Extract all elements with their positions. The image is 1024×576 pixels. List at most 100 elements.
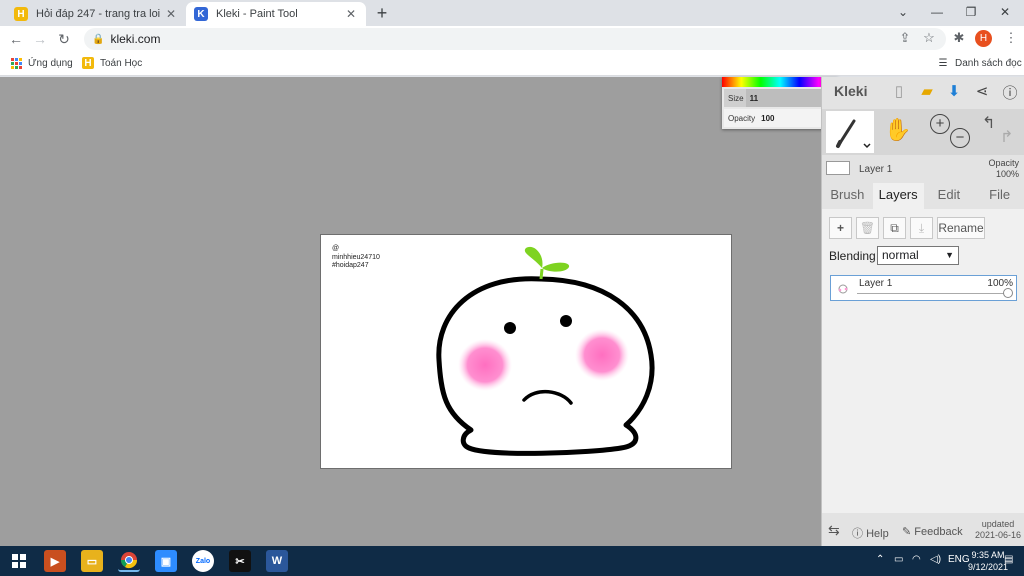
size-value: 11: [749, 93, 759, 103]
download-icon[interactable]: ⬇: [943, 82, 965, 100]
tab-edit[interactable]: Edit: [924, 183, 975, 209]
browser-toolbar: ← → ↻ 🔒 kleki.com: [0, 26, 1024, 52]
undo-icon[interactable]: ↰: [982, 113, 995, 133]
new-tab-button[interactable]: +: [372, 3, 392, 24]
tab-search-icon[interactable]: ⌄: [888, 2, 918, 22]
drawing-canvas[interactable]: @ minhhieu24710 #hoidap247: [320, 234, 732, 469]
layer-list-item[interactable]: Layer 1 100%: [830, 275, 1017, 301]
bookmarks-bar: Ứng dụng H Toán Học ☰ Danh sách đọc: [0, 52, 1024, 76]
merge-layer-button[interactable]: ⤓: [910, 217, 933, 239]
help-circle-icon[interactable]: ⓘ: [999, 82, 1021, 103]
current-layer-opacity: Opacity 100%: [988, 158, 1019, 180]
brush-icon: [836, 119, 871, 149]
zoom-app-icon[interactable]: ▣: [155, 550, 177, 572]
kleki-logo: Kleki: [834, 83, 868, 99]
bookmark-apps[interactable]: Ứng dụng: [10, 57, 73, 69]
chrome-icon[interactable]: [118, 550, 140, 572]
tab-file[interactable]: File: [974, 183, 1024, 209]
taskbar-clock[interactable]: 9:35 AM 9/12/2021: [968, 549, 1008, 573]
bookmark-label: Ứng dụng: [28, 57, 73, 69]
size-label: Size: [728, 93, 744, 103]
layer-opacity-slider[interactable]: [857, 293, 1006, 294]
size-slider[interactable]: Size 11: [724, 89, 836, 107]
back-icon[interactable]: ←: [4, 31, 28, 47]
sidebar-footer: ⇆ ⓘ Help ✎ Feedback updated 2021-06-16: [822, 516, 1024, 546]
tray-chevron-icon[interactable]: ⌃: [876, 554, 884, 565]
battery-icon[interactable]: ▭: [894, 554, 903, 565]
share-icon[interactable]: ⇪: [896, 30, 914, 46]
url-text: kleki.com: [110, 32, 161, 46]
windows-start-icon[interactable]: [8, 550, 30, 572]
opacity-value: 100: [761, 113, 775, 123]
restore-button[interactable]: ❐: [956, 2, 986, 22]
reading-list-label: Danh sách đọc: [955, 57, 1022, 69]
hoidap-favicon-icon: H: [14, 7, 28, 21]
blending-value: normal: [882, 248, 919, 262]
layer-opacity-knob[interactable]: [1003, 288, 1013, 298]
bookmark-toan-hoc[interactable]: H Toán Học: [82, 57, 142, 69]
zalo-icon[interactable]: Zalo: [192, 550, 214, 572]
layer-name: Layer 1: [859, 278, 893, 289]
minimize-button[interactable]: —: [922, 2, 952, 22]
volume-icon[interactable]: ◁): [930, 554, 941, 565]
delete-layer-button[interactable]: 🗑: [856, 217, 879, 239]
swap-side-icon[interactable]: ⇆: [828, 522, 840, 539]
open-folder-icon[interactable]: ▰: [916, 82, 938, 100]
feedback-link[interactable]: ✎ Feedback: [902, 525, 963, 538]
zoom-out-icon[interactable]: −: [950, 128, 970, 148]
extensions-icon[interactable]: ✱: [950, 30, 968, 46]
word-icon[interactable]: W: [266, 550, 288, 572]
wifi-icon[interactable]: ◠: [912, 554, 921, 565]
sidebar-tabs: Brush Layers Edit File: [822, 183, 1024, 209]
hand-tool-icon[interactable]: ✋: [884, 117, 911, 143]
tab-brush[interactable]: Brush: [822, 183, 873, 209]
rename-layer-button[interactable]: Rename: [937, 217, 985, 239]
reading-list[interactable]: ☰ Danh sách đọc: [937, 57, 1022, 69]
help-circle-icon: ⓘ: [852, 528, 863, 540]
updated-date: 2021-06-16: [974, 530, 1021, 540]
brush-tool-button[interactable]: [826, 111, 874, 153]
capcut-icon[interactable]: ✂: [229, 550, 251, 572]
hoidap-icon: H: [82, 57, 94, 69]
add-layer-button[interactable]: +: [829, 217, 852, 239]
help-link[interactable]: ⓘ Help: [852, 525, 889, 541]
duplicate-layer-button[interactable]: ⧉: [883, 217, 906, 239]
notification-icon[interactable]: ▤: [1004, 554, 1013, 565]
reload-icon[interactable]: ↻: [52, 31, 76, 48]
clock-time: 9:35 AM: [971, 550, 1005, 560]
kleki-app: @ minhhieu24710 #hoidap247 Size 11 Opaci…: [0, 77, 1024, 546]
tab-title: Kleki - Paint Tool: [216, 8, 298, 20]
opacity-slider[interactable]: Opacity 100: [724, 109, 836, 127]
language-indicator[interactable]: ENG: [948, 554, 970, 565]
tab-layers[interactable]: Layers: [872, 183, 924, 209]
forward-icon[interactable]: →: [28, 31, 52, 47]
blending-label: Blending: [829, 249, 876, 263]
profile-avatar[interactable]: H: [975, 30, 992, 47]
tab-close-icon[interactable]: ✕: [164, 7, 178, 21]
bookmark-label: Toán Học: [100, 57, 143, 69]
file-explorer-icon[interactable]: ▭: [81, 550, 103, 572]
media-player-icon[interactable]: ▶: [44, 550, 66, 572]
tab-hoidap247[interactable]: H Hỏi đáp 247 - trang tra loi ✕: [6, 2, 186, 26]
current-layer-name: Layer 1: [859, 164, 893, 175]
updated-label: updated: [981, 519, 1015, 529]
address-bar[interactable]: 🔒 kleki.com: [84, 28, 946, 50]
bookmark-star-icon[interactable]: ☆: [920, 30, 938, 46]
tab-kleki[interactable]: K Kleki - Paint Tool ✕: [186, 2, 366, 26]
reading-list-icon: ☰: [938, 57, 948, 69]
windows-taskbar: ▶ ▭ ▣ Zalo ✂ W ⌃ ▭ ◠ ◁) ENG 9:35 AM 9/12…: [0, 546, 1024, 576]
menu-icon[interactable]: ⋮: [1002, 30, 1020, 46]
lock-icon: 🔒: [92, 33, 105, 45]
current-layer-info: Layer 1 Opacity 100%: [822, 155, 1024, 183]
new-image-icon[interactable]: ▯: [888, 82, 910, 100]
tab-close-icon[interactable]: ✕: [344, 7, 358, 21]
help-label: Help: [866, 528, 889, 540]
tab-strip: H Hỏi đáp 247 - trang tra loi ✕ K Kleki …: [0, 0, 1024, 26]
apps-grid-icon: [10, 57, 22, 69]
opacity-label: Opacity: [728, 113, 756, 123]
share-icon[interactable]: ⋖: [971, 82, 993, 100]
redo-icon[interactable]: ↱: [1000, 127, 1013, 147]
blending-select[interactable]: normal ▼: [877, 246, 959, 265]
close-window-button[interactable]: ✕: [990, 2, 1020, 22]
zoom-in-icon[interactable]: +: [930, 114, 950, 134]
